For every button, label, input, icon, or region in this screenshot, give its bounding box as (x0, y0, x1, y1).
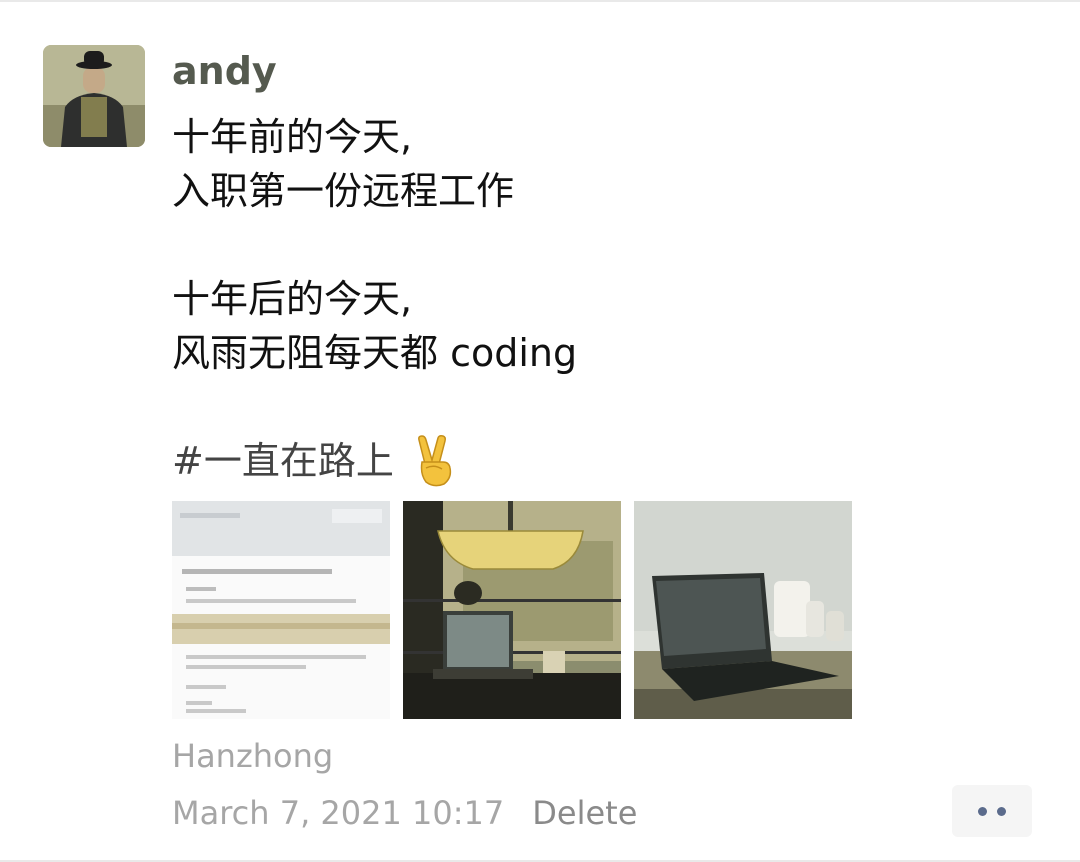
timestamp: March 7, 2021 10:17 (172, 794, 505, 832)
post-text: 十年前的今天, 入职第一份远程工作 十年后的今天, 风雨无阻每天都 coding… (172, 110, 1032, 488)
avatar-image (43, 45, 145, 147)
moments-post-card: andy 十年前的今天, 入职第一份远程工作 十年后的今天, 风雨无阻每天都 c… (0, 0, 1080, 862)
location-link[interactable]: Hanzhong (172, 734, 333, 778)
more-dots-icon (997, 806, 1006, 816)
post-line: 十年后的今天, (172, 277, 413, 321)
photo-thumbnail-email[interactable] (172, 501, 390, 719)
more-dots-icon (978, 806, 987, 816)
photo-thumbnail-laptop[interactable] (634, 501, 852, 719)
post-line: 入职第一份远程工作 (172, 169, 515, 213)
more-button[interactable] (952, 785, 1032, 837)
post-line: 风雨无阻每天都 coding (172, 331, 578, 375)
photo-thumbnail-cafe[interactable] (403, 501, 621, 719)
hashtag-row: #一直在路上 (172, 434, 1032, 488)
hashtag-link[interactable]: #一直在路上 (172, 434, 394, 488)
avatar[interactable] (43, 45, 145, 147)
post-meta: March 7, 2021 10:17 Delete (172, 791, 1032, 835)
nickname[interactable]: andy (172, 46, 1032, 98)
delete-button[interactable]: Delete (532, 791, 637, 835)
victory-hand-icon (412, 434, 458, 488)
post-line: 十年前的今天, (172, 115, 413, 159)
photo-grid (172, 501, 852, 719)
